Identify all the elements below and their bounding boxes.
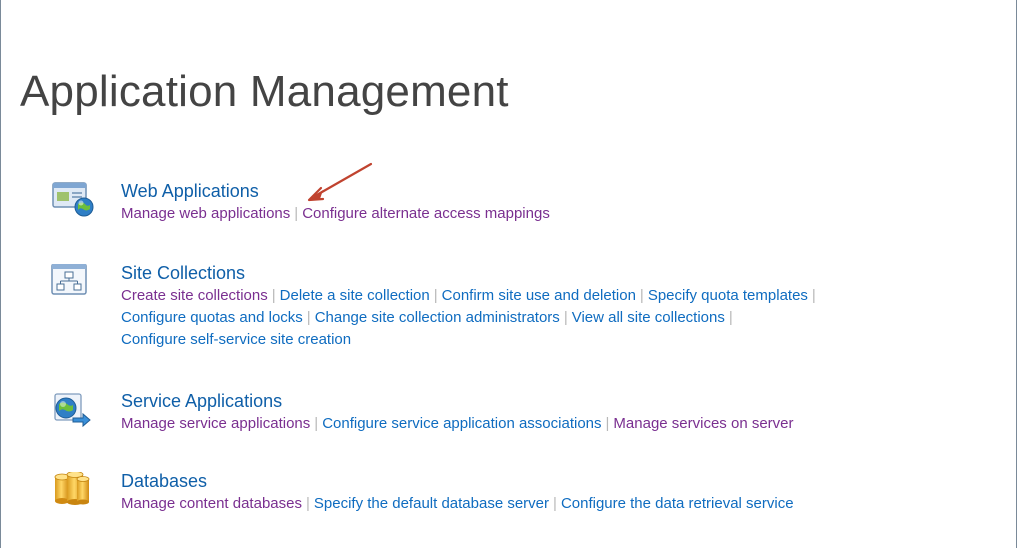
configure-self-service-site-creation-link[interactable]: Configure self-service site creation	[121, 331, 351, 348]
link-separator: |	[553, 495, 557, 512]
service-applications-links: Manage service applications | Configure se…	[121, 413, 991, 435]
link-row: Configure self-service site creation	[121, 329, 991, 351]
page-title: Application Management	[20, 67, 509, 116]
link-separator: |	[433, 287, 438, 304]
view-all-site-collections-link[interactable]: View all site collections	[572, 309, 725, 326]
link-row: Configure quotas and locks | Change site c…	[121, 307, 991, 329]
link-separator: |	[605, 415, 610, 432]
link-row: Create site collections | Delete a site co…	[121, 285, 991, 307]
application-management-page: Application Management Web Applications …	[0, 0, 1017, 548]
link-row: Manage service applications | Configure se…	[121, 413, 991, 435]
section-body: Site Collections Create site collections…	[121, 262, 991, 351]
link-separator: |	[639, 287, 644, 304]
link-separator: |	[563, 309, 568, 326]
service-application-globe-icon	[54, 393, 91, 428]
specify-quota-templates-link[interactable]: Specify quota templates	[648, 287, 808, 304]
site-collections-heading-link[interactable]: Site Collections	[121, 262, 991, 284]
manage-services-on-server-link[interactable]: Manage services on server	[613, 415, 793, 432]
section-body: Service Applications Manage service appl…	[121, 390, 991, 435]
link-separator: |	[306, 309, 311, 326]
site-hierarchy-icon	[51, 264, 87, 295]
red-arrow-icon	[307, 162, 373, 202]
confirm-site-use-and-deletion-link[interactable]: Confirm site use and deletion	[442, 287, 636, 304]
web-applications-links: Manage web applications | Configure altern…	[121, 203, 991, 225]
databases-heading-link[interactable]: Databases	[121, 470, 991, 492]
manage-web-applications-link[interactable]: Manage web applications	[121, 205, 290, 222]
web-applications-heading-link[interactable]: Web Applications	[121, 180, 991, 202]
link-separator: |	[271, 287, 276, 304]
section-body: Web Applications Manage web applications…	[121, 180, 991, 225]
link-separator: |	[294, 205, 299, 222]
specify-default-database-server-link[interactable]: Specify the default database server	[314, 495, 549, 512]
link-row: Manage content databases | Specify the def…	[121, 493, 991, 515]
link-row: Manage web applications | Configure altern…	[121, 203, 991, 225]
manage-content-databases-link[interactable]: Manage content databases	[121, 495, 302, 512]
database-cylinders-icon	[54, 472, 90, 505]
link-separator: |	[728, 309, 733, 326]
manage-service-applications-link[interactable]: Manage service applications	[121, 415, 310, 432]
link-separator: |	[314, 415, 319, 432]
link-separator: |	[811, 287, 816, 304]
configure-quotas-and-locks-link[interactable]: Configure quotas and locks	[121, 309, 303, 326]
change-site-collection-administrators-link[interactable]: Change site collection administrators	[315, 309, 560, 326]
databases-links: Manage content databases | Specify the def…	[121, 493, 991, 515]
create-site-collections-link[interactable]: Create site collections	[121, 287, 268, 304]
delete-site-collection-link[interactable]: Delete a site collection	[280, 287, 430, 304]
section-body: Databases Manage content databases | Speci…	[121, 470, 991, 515]
site-collections-links: Create site collections | Delete a site co…	[121, 285, 991, 351]
web-application-globe-icon	[52, 182, 94, 217]
configure-service-application-associations-link[interactable]: Configure service application associatio…	[322, 415, 601, 432]
service-applications-heading-link[interactable]: Service Applications	[121, 390, 991, 412]
configure-data-retrieval-service-link[interactable]: Configure the data retrieval service	[561, 495, 794, 512]
link-separator: |	[305, 495, 310, 512]
